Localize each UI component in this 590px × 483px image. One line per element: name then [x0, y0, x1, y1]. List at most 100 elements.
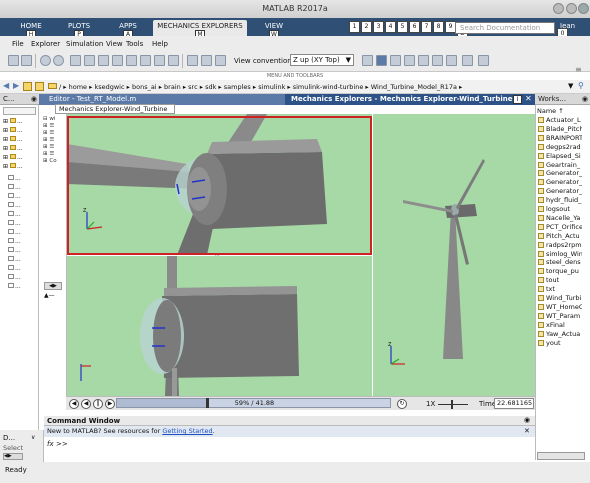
- file-item[interactable]: ...: [8, 229, 21, 237]
- workspace-variable[interactable]: Elapsed_Si: [538, 152, 582, 160]
- crumb[interactable]: bons_ai: [132, 83, 157, 91]
- speed-slider[interactable]: [438, 400, 468, 409]
- workspace-variable[interactable]: WT_Param: [538, 312, 582, 320]
- details-scroll[interactable]: ◀▶: [3, 453, 23, 460]
- workspace-variable[interactable]: steel_dens: [538, 258, 582, 266]
- chevron-down-icon[interactable]: ∨: [31, 434, 35, 441]
- view-convention-select[interactable]: Z up (XY Top) ▼: [290, 54, 354, 66]
- folder-column-header[interactable]: [3, 107, 36, 115]
- crumb-root[interactable]: /: [59, 83, 61, 91]
- view-bottom-icon[interactable]: [168, 55, 179, 66]
- orbit-icon[interactable]: [404, 55, 415, 66]
- workspace-variable[interactable]: Generator_: [538, 178, 582, 186]
- file-item[interactable]: ...: [8, 247, 21, 255]
- workspace-variable[interactable]: Yaw_Actua: [538, 330, 582, 338]
- folder-item[interactable]: ⊞ ...: [3, 118, 23, 126]
- workspace-variable[interactable]: degps2rad: [538, 143, 582, 151]
- time-field[interactable]: 22.681165: [494, 398, 534, 409]
- playback-progress-track[interactable]: 59% / 41.88: [116, 398, 391, 408]
- view-left-icon[interactable]: [126, 55, 137, 66]
- workspace-header[interactable]: Works... ◉: [535, 94, 590, 105]
- workspace-variable[interactable]: simlog_Win: [538, 250, 582, 258]
- close-button[interactable]: [578, 3, 589, 14]
- pause-icon[interactable]: [53, 55, 64, 66]
- layout-single-icon[interactable]: [187, 55, 198, 66]
- workspace-variable[interactable]: yout: [538, 339, 582, 347]
- menu-help[interactable]: Help: [152, 40, 168, 48]
- explorer-icon[interactable]: [8, 55, 19, 66]
- settings-icon[interactable]: [478, 55, 489, 66]
- zoom-out-icon[interactable]: [446, 55, 457, 66]
- file-item[interactable]: ...: [8, 202, 21, 210]
- crumb[interactable]: home: [69, 83, 87, 91]
- file-item[interactable]: ...: [8, 283, 21, 291]
- browse-folder-icon[interactable]: [35, 82, 44, 91]
- getting-started-link[interactable]: Getting Started: [162, 427, 212, 435]
- view-top-icon[interactable]: [154, 55, 165, 66]
- file-item[interactable]: ...: [8, 238, 21, 246]
- current-folder-header[interactable]: C... ◉: [0, 94, 39, 105]
- zoom-fit-icon[interactable]: [70, 55, 81, 66]
- workspace-variable[interactable]: Actuator_L: [538, 116, 582, 124]
- fit-view-icon[interactable]: [376, 55, 387, 66]
- workspace-variable[interactable]: Generator_: [538, 187, 582, 195]
- tab-mechanics-explorers[interactable]: MECHANICS EXPLORERS M: [153, 20, 247, 39]
- folder-item[interactable]: ⊞ ...: [3, 154, 23, 162]
- folder-item[interactable]: ⊞ ...: [3, 136, 23, 144]
- file-item[interactable]: ...: [8, 211, 21, 219]
- rotate-icon[interactable]: [390, 55, 401, 66]
- workspace-variable[interactable]: hydr_fluid_: [538, 196, 582, 204]
- function-browser-icon[interactable]: fx: [47, 440, 54, 448]
- maximize-button[interactable]: [566, 3, 577, 14]
- forward-icon[interactable]: ▶: [13, 81, 19, 90]
- pan-icon[interactable]: [418, 55, 429, 66]
- panel-menu-icon[interactable]: ◉: [31, 94, 37, 104]
- crumb[interactable]: ksedgwic: [94, 83, 124, 91]
- workspace-variable[interactable]: WT_HomeC: [538, 303, 582, 311]
- folder-item[interactable]: ⊞ ...: [3, 127, 23, 135]
- workspace-variable[interactable]: Nacelle_Ya: [538, 214, 582, 222]
- crumb[interactable]: Wind_Turbine_Model_R17a: [371, 83, 457, 91]
- zoom-in-icon[interactable]: [432, 55, 443, 66]
- mechanics-explorer-header[interactable]: Mechanics Explorers - Mechanics Explorer…: [285, 94, 535, 105]
- quick-access-1[interactable]: 1: [349, 21, 360, 33]
- up-folder-icon[interactable]: [23, 82, 32, 91]
- file-item[interactable]: ...: [8, 193, 21, 201]
- file-item[interactable]: ...: [8, 184, 21, 192]
- pause-button[interactable]: ‖: [93, 399, 103, 409]
- quick-access-7[interactable]: 7: [421, 21, 432, 33]
- tab-view[interactable]: VIEW W: [248, 20, 300, 39]
- crumb[interactable]: simulink-wind-turbine: [293, 83, 364, 91]
- workspace-variable[interactable]: PCT_Orifice: [538, 223, 582, 231]
- rewind-button[interactable]: ◀: [69, 399, 79, 409]
- camera-icon[interactable]: [84, 55, 95, 66]
- crumb[interactable]: sdk: [205, 83, 216, 91]
- perspective-icon[interactable]: [362, 55, 373, 66]
- workspace-hscroll[interactable]: [537, 452, 585, 460]
- folder-item[interactable]: ⊞ ...: [3, 163, 23, 171]
- search-icon[interactable]: ⚲: [545, 23, 550, 31]
- panel-menu-icon[interactable]: ◉: [582, 94, 588, 104]
- frames-icon[interactable]: [462, 55, 473, 66]
- file-item[interactable]: ...: [8, 256, 21, 264]
- loop-button[interactable]: ↻: [397, 399, 407, 409]
- menu-view[interactable]: View: [106, 40, 123, 48]
- quick-access-5[interactable]: 5: [397, 21, 408, 33]
- folder-item[interactable]: ⊞ ...: [3, 145, 23, 153]
- workspace-variable[interactable]: Pitch_Actu: [538, 232, 582, 240]
- play-icon[interactable]: [40, 55, 51, 66]
- workspace-variable[interactable]: BRAINPORT: [538, 134, 582, 142]
- workspace-variable[interactable]: Wind_Turbi: [538, 294, 582, 302]
- address-dropdown-icon[interactable]: ▼: [568, 82, 573, 90]
- menu-file[interactable]: File: [12, 40, 24, 48]
- crumb[interactable]: brain: [164, 83, 181, 91]
- file-item[interactable]: ...: [8, 274, 21, 282]
- command-window-header[interactable]: Command Window: [44, 416, 535, 426]
- menu-tools[interactable]: Tools: [126, 40, 143, 48]
- file-item[interactable]: ...: [8, 175, 21, 183]
- tab-home[interactable]: HOME H: [5, 20, 57, 39]
- panel-menu-icon[interactable]: ◉: [524, 416, 530, 424]
- workspace-variable[interactable]: xFinal: [538, 321, 582, 329]
- tree-resize-handle[interactable]: ▲—: [44, 292, 55, 299]
- minimize-button[interactable]: [553, 3, 564, 14]
